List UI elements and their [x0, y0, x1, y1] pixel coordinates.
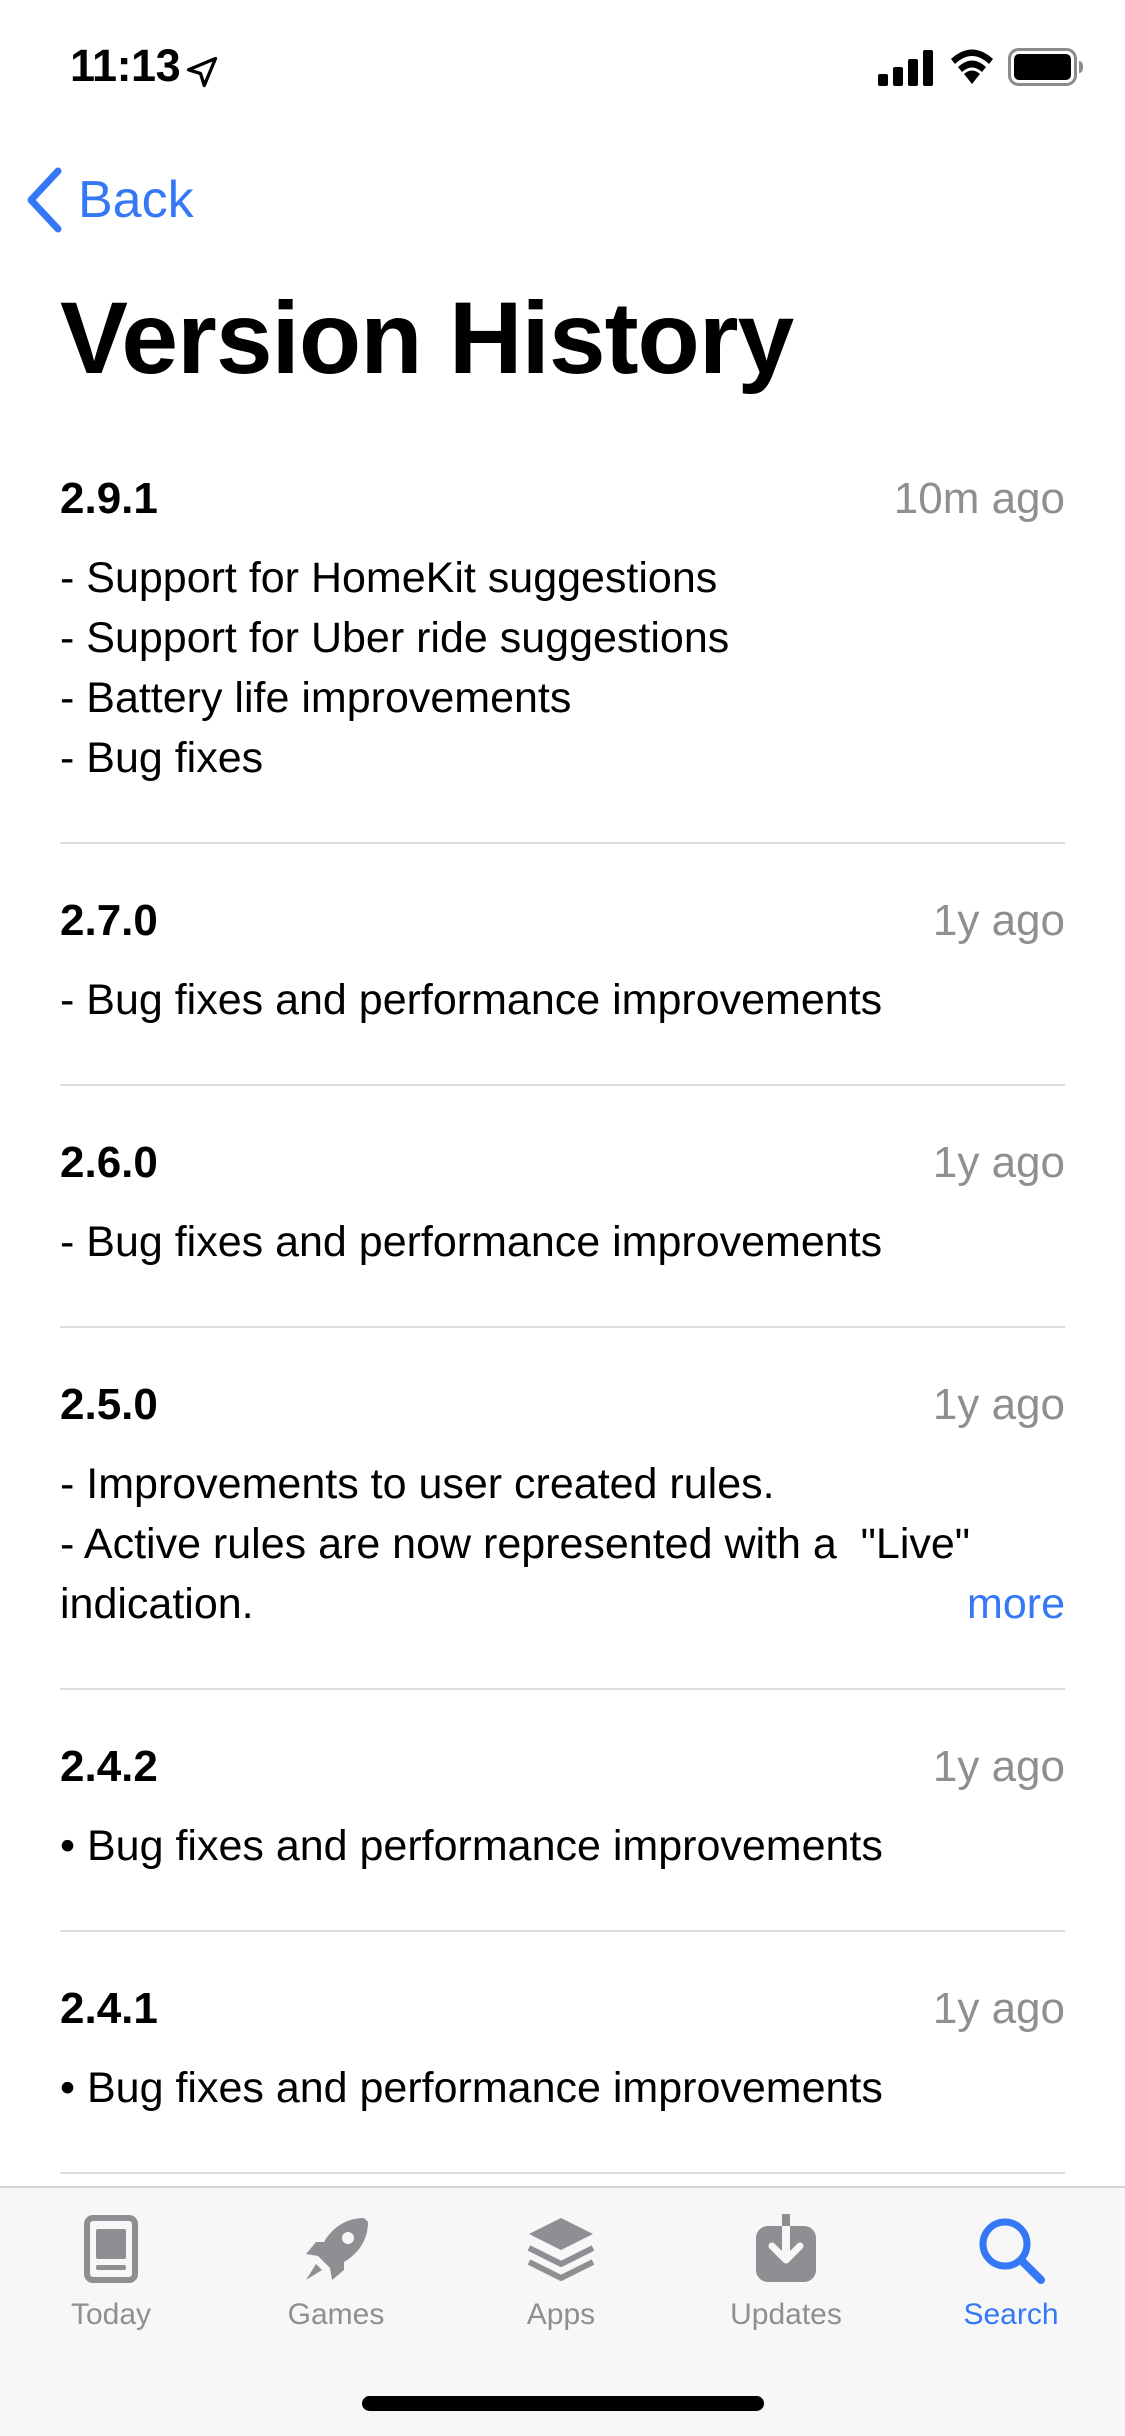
cellular-signal-icon	[878, 50, 933, 86]
tab-label: Today	[70, 2298, 152, 2331]
version-item: 2.7.0 1y ago - Bug fixes and performance…	[60, 844, 1065, 1086]
version-date: 1y ago	[932, 1380, 1065, 1429]
chevron-left-icon	[27, 167, 62, 233]
release-note-line: • Bug fixes and performance improvements	[60, 1822, 883, 1870]
version-number: 2.7.0	[60, 896, 158, 945]
release-note-line: - Improvements to user created rules.	[60, 1460, 775, 1508]
status-bar: 11:13	[0, 0, 1125, 132]
version-number: 2.4.1	[60, 1984, 158, 2033]
version-date: 1y ago	[932, 1742, 1065, 1791]
version-number: 2.9.1	[60, 474, 158, 523]
status-time: 11:13	[70, 40, 181, 91]
version-item: 2.9.1 10m ago - Support for HomeKit sugg…	[60, 460, 1065, 844]
version-item: 2.5.0 1y ago - Improvements to user crea…	[60, 1328, 1065, 1690]
release-note-line: - Support for HomeKit suggestions	[60, 554, 718, 602]
release-note-line: • Bug fixes and performance improvements	[60, 2064, 883, 2112]
release-notes: - Support for HomeKit suggestions - Supp…	[60, 548, 1065, 788]
version-list: 2.9.1 10m ago - Support for HomeKit sugg…	[60, 460, 1065, 2174]
search-icon	[979, 2218, 1045, 2284]
release-note-line: indication. more	[60, 1574, 1065, 1634]
release-note-text: indication.	[60, 1580, 254, 1628]
tab-search[interactable]: Search	[911, 2212, 1111, 2332]
version-date: 1y ago	[932, 1138, 1065, 1187]
release-note-line: - Support for Uber ride suggestions	[60, 614, 730, 662]
version-date: 10m ago	[893, 474, 1065, 523]
download-icon	[756, 2214, 816, 2282]
release-note-line: - Bug fixes and performance improvements	[60, 976, 883, 1024]
app-store-screen: 11:13 Back Version History 2.9.1 10m ago…	[0, 0, 1125, 2436]
version-number: 2.4.2	[60, 1742, 158, 1791]
version-number: 2.5.0	[60, 1380, 158, 1429]
release-notes: • Bug fixes and performance improvements	[60, 1816, 1065, 1876]
tab-label: Games	[287, 2298, 385, 2331]
release-note-line: - Battery life improvements	[60, 674, 572, 722]
release-notes: • Bug fixes and performance improvements	[60, 2058, 1065, 2118]
today-icon	[84, 2215, 138, 2283]
tab-today[interactable]: Today	[11, 2212, 211, 2332]
version-number: 2.6.0	[60, 1138, 158, 1187]
tab-label: Updates	[730, 2298, 842, 2331]
back-button[interactable]: Back	[24, 162, 194, 238]
tab-games[interactable]: Games	[236, 2212, 436, 2332]
tab-updates[interactable]: Updates	[686, 2212, 886, 2332]
home-indicator[interactable]	[362, 2396, 764, 2411]
release-notes: - Bug fixes and performance improvements	[60, 1212, 1065, 1272]
battery-icon	[1008, 48, 1083, 86]
version-item: 2.6.0 1y ago - Bug fixes and performance…	[60, 1086, 1065, 1328]
tab-label: Apps	[526, 2298, 596, 2331]
release-notes: - Bug fixes and performance improvements	[60, 970, 1065, 1030]
tab-apps[interactable]: Apps	[461, 2212, 661, 2332]
version-date: 1y ago	[932, 1984, 1065, 2033]
version-date: 1y ago	[932, 896, 1065, 945]
release-notes: - Improvements to user created rules. - …	[60, 1454, 1065, 1634]
back-label: Back	[78, 171, 194, 229]
release-note-line: - Active rules are now represented with …	[60, 1520, 971, 1568]
release-note-line: - Bug fixes	[60, 734, 264, 782]
version-item: 2.4.2 1y ago • Bug fixes and performance…	[60, 1690, 1065, 1932]
page-title: Version History	[60, 281, 794, 395]
version-item: 2.4.1 1y ago • Bug fixes and performance…	[60, 1932, 1065, 2174]
layers-icon	[527, 2218, 595, 2281]
rocket-icon	[306, 2218, 368, 2280]
more-link[interactable]: more	[967, 1574, 1065, 1634]
wifi-icon	[951, 49, 993, 84]
tab-label: Search	[963, 2298, 1059, 2331]
location-arrow-icon	[186, 56, 218, 88]
release-note-line: - Bug fixes and performance improvements	[60, 1218, 883, 1266]
